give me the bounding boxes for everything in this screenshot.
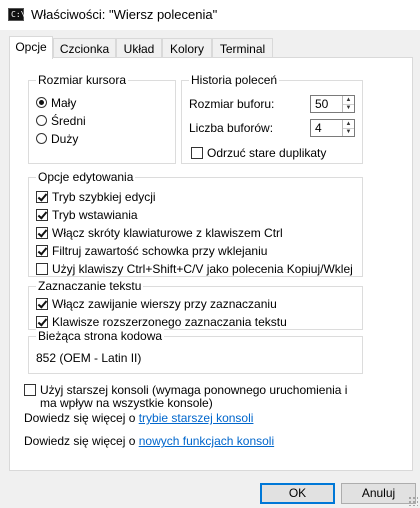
checkbox-label: Tryb wstawiania (52, 207, 138, 222)
checkbox[interactable] (36, 297, 48, 310)
radio-button[interactable] (36, 115, 47, 127)
checkbox[interactable] (191, 146, 203, 159)
discard-duplicates-checkbox[interactable]: Odrzuć stare duplikaty (191, 144, 326, 160)
text-selection-title: Zaznaczanie tekstu (36, 279, 144, 293)
spinner-buttons[interactable]: ▲ ▼ (342, 96, 354, 112)
checkbox-label: Użyj klawiszy Ctrl+Shift+C/V jako polece… (52, 261, 353, 276)
edit-options-group: Opcje edytowania Tryb szybkiej edycji Tr… (28, 170, 363, 277)
ctrl-shortcuts-checkbox[interactable]: Włącz skróty klawiaturowe z klawiszem Ct… (36, 224, 283, 240)
tab-uklad[interactable]: Układ (116, 38, 162, 58)
checkbox[interactable] (36, 208, 48, 221)
radio-duzy[interactable]: Duży (36, 130, 78, 146)
legacy-learn-more: Dowiedz się więcej o trybie starszej kon… (24, 411, 253, 426)
line-wrap-selection-checkbox[interactable]: Włącz zawijanie wierszy przy zaznaczaniu (36, 295, 277, 311)
new-features-link[interactable]: nowych funkcjach konsoli (139, 434, 274, 448)
checkbox-label: Filtruj zawartość schowka przy wklejaniu (52, 243, 268, 258)
quick-edit-checkbox[interactable]: Tryb szybkiej edycji (36, 188, 156, 204)
checkbox-label: Użyj starszej konsoli (wymaga ponownego … (40, 382, 348, 397)
legacy-console-label-line2: ma wpływ na wszystkie konsole) (40, 396, 213, 410)
edit-options-title: Opcje edytowania (36, 170, 136, 184)
text-selection-group: Zaznaczanie tekstu Włącz zawijanie wiers… (28, 279, 363, 330)
extended-selection-keys-checkbox[interactable]: Klawisze rozszerzonego zaznaczania tekst… (36, 313, 287, 329)
checkbox[interactable] (36, 244, 48, 257)
spinner-buttons[interactable]: ▲ ▼ (342, 120, 354, 136)
cancel-button[interactable]: Anuluj (341, 483, 416, 504)
ok-button[interactable]: OK (260, 483, 335, 504)
buffer-size-spinner[interactable]: 50 ▲ ▼ (310, 95, 355, 113)
tab-czcionka[interactable]: Czcionka (53, 38, 116, 58)
radio-button[interactable] (36, 97, 47, 109)
learn-more-prefix: Dowiedz się więcej o (24, 411, 139, 425)
ctrl-shift-cv-checkbox[interactable]: Użyj klawiszy Ctrl+Shift+C/V jako polece… (36, 260, 353, 276)
checkbox[interactable] (24, 383, 36, 396)
buffer-count-value[interactable]: 4 (315, 121, 322, 135)
cursor-size-group: Rozmiar kursora Mały Średni Duży (28, 73, 176, 164)
cursor-size-title: Rozmiar kursora (36, 73, 129, 87)
checkbox-label: Odrzuć stare duplikaty (207, 145, 327, 160)
radio-label: Mały (51, 95, 77, 110)
radio-button[interactable] (36, 133, 47, 145)
radio-maly[interactable]: Mały (36, 94, 76, 110)
radio-sredni[interactable]: Średni (36, 112, 86, 128)
tab-opcje[interactable]: Opcje (9, 36, 53, 59)
checkbox[interactable] (36, 190, 48, 203)
history-group: Historia poleceń Rozmiar buforu: 50 ▲ ▼ … (181, 73, 363, 164)
checkbox[interactable] (36, 315, 48, 328)
buffer-count-spinner[interactable]: 4 ▲ ▼ (310, 119, 355, 137)
legacy-console-link[interactable]: trybie starszej konsoli (139, 411, 254, 425)
checkbox[interactable] (36, 262, 48, 275)
buffer-size-label: Rozmiar buforu: (189, 97, 275, 111)
legacy-console-checkbox[interactable]: Użyj starszej konsoli (wymaga ponownego … (24, 381, 347, 397)
checkbox[interactable] (36, 226, 48, 239)
codepage-value: 852 (OEM - Latin II) (36, 351, 142, 365)
title-bar: C:\. Właściwości: "Wiersz polecenia" (0, 0, 420, 30)
radio-label: Średni (51, 113, 86, 128)
spin-down-icon[interactable]: ▼ (343, 128, 354, 136)
history-title: Historia poleceń (189, 73, 280, 87)
tab-terminal[interactable]: Terminal (212, 38, 273, 58)
insert-mode-checkbox[interactable]: Tryb wstawiania (36, 206, 138, 222)
radio-label: Duży (51, 131, 79, 146)
resize-grip-icon[interactable] (408, 496, 418, 506)
window-title: Właściwości: "Wiersz polecenia" (31, 7, 218, 22)
checkbox-label: Klawisze rozszerzonego zaznaczania tekst… (52, 314, 287, 329)
console-icon: C:\. (8, 8, 30, 21)
tab-kolory[interactable]: Kolory (162, 38, 212, 58)
codepage-group: Bieżąca strona kodowa 852 (OEM - Latin I… (28, 329, 363, 374)
options-panel: Rozmiar kursora Mały Średni Duży Histori… (9, 57, 413, 471)
learn-more-prefix: Dowiedz się więcej o (24, 434, 139, 448)
spin-down-icon[interactable]: ▼ (343, 104, 354, 112)
new-features-learn-more: Dowiedz się więcej o nowych funkcjach ko… (24, 434, 274, 449)
checkbox-label: Tryb szybkiej edycji (52, 189, 156, 204)
buffer-size-value[interactable]: 50 (315, 97, 328, 111)
buffer-count-label: Liczba buforów: (189, 121, 274, 135)
checkbox-label: Włącz zawijanie wierszy przy zaznaczaniu (52, 296, 277, 311)
filter-clipboard-checkbox[interactable]: Filtruj zawartość schowka przy wklejaniu (36, 242, 267, 258)
codepage-title: Bieżąca strona kodowa (36, 329, 165, 343)
checkbox-label: Włącz skróty klawiaturowe z klawiszem Ct… (52, 225, 283, 240)
